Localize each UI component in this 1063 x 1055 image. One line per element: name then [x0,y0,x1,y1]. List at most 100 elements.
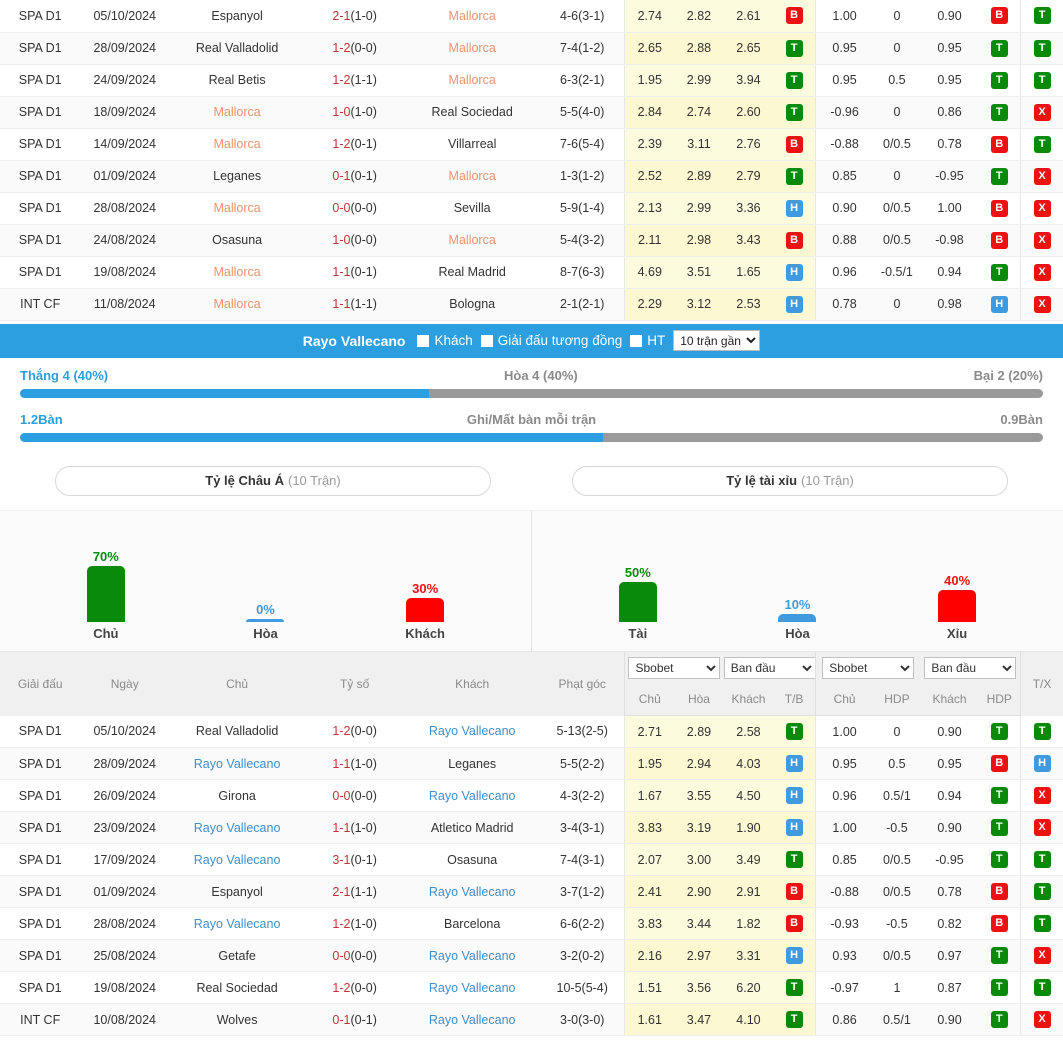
odds1-bookmaker-select[interactable]: SbobetBet365Crown [628,656,721,679]
cell-home-team[interactable]: Rayo Vallecano [169,747,306,780]
cell-away-team[interactable]: Mallorca [404,160,541,193]
cell-odds2-result: T [978,160,1021,193]
cell-away-team[interactable]: Rayo Vallecano [404,715,541,748]
cell-home-team[interactable]: Mallorca [169,192,306,225]
odds1-phase-cell: Ban đầuTức thời [723,651,816,684]
cell-home-team[interactable]: Leganes [169,160,306,193]
match-count-select[interactable]: 10 trận gần20 trận gần6 trận gần [673,330,761,351]
cell-odds1-away: 2.79 [723,160,774,193]
checkbox-icon[interactable] [630,334,643,347]
cell-odds1-draw: 2.90 [674,875,724,908]
cell-odds2-away: -0.95 [920,160,979,193]
table-row[interactable]: SPA D1 01/09/2024 Espanyol 2-1(1-1) Rayo Val… [0,875,1063,908]
cell-home-team[interactable]: Rayo Vallecano [169,843,306,876]
cell-home-team[interactable]: Mallorca [169,96,306,129]
cell-corner: 7-4(1-2) [540,32,625,65]
result-badge-t: T [785,723,803,740]
cell-away-team[interactable]: Mallorca [404,32,541,65]
table-row[interactable]: SPA D1 24/08/2024 Osasuna 1-0(0-0) Mallorca 5… [0,224,1063,257]
cell-odds2-hdp: 0 [873,160,921,193]
cell-away-team[interactable]: Mallorca [404,0,541,33]
cell-away-team[interactable]: Rayo Vallecano [404,1003,541,1036]
cell-away-team[interactable]: Leganes [404,747,541,780]
checkbox-icon[interactable] [480,334,493,347]
cell-tx-result: T [1020,128,1063,161]
cell-away-team[interactable]: Rayo Vallecano [404,971,541,1004]
cell-home-team[interactable]: Mallorca [169,288,306,321]
table-row[interactable]: SPA D1 28/09/2024 Rayo Vallecano 1-1(1-0) Le… [0,747,1063,780]
cell-home-team[interactable]: Espanyol [169,0,306,33]
cell-home-team[interactable]: Mallorca [169,256,306,289]
cell-away-team[interactable]: Rayo Vallecano [404,875,541,908]
cell-league: SPA D1 [0,0,81,33]
filter-ht-checkbox[interactable]: HT [630,333,665,348]
cell-away-team[interactable]: Bologna [404,288,541,321]
cell-odds2-away: 0.95 [920,747,979,780]
table-row[interactable]: SPA D1 19/08/2024 Real Sociedad 1-2(0-0) Ray… [0,971,1063,1004]
cell-odds1-result: B [773,224,816,257]
table-row[interactable]: SPA D1 17/09/2024 Rayo Vallecano 3-1(0-1) Os… [0,843,1063,876]
cell-odds1-draw: 2.99 [674,64,724,97]
cell-odds1-away: 2.58 [723,715,774,748]
cell-away-team[interactable]: Rayo Vallecano [404,779,541,812]
result-badge-t: T [990,167,1008,185]
cell-away-team[interactable]: Osasuna [404,843,541,876]
table-row[interactable]: SPA D1 19/08/2024 Mallorca 1-1(0-1) Real Mad… [0,256,1063,289]
cell-away-team[interactable]: Atletico Madrid [404,811,541,844]
table-row[interactable]: SPA D1 26/09/2024 Girona 0-0(0-0) Rayo Valle… [0,779,1063,812]
odds2-bookmaker-select[interactable]: SbobetBet365Crown [822,656,915,679]
cell-home-team[interactable]: Espanyol [169,875,306,908]
odds2-phase-select[interactable]: Ban đầuTức thời [924,656,1017,679]
team-stats: Thắng 4 (40%) Hòa 4 (40%) Bại 2 (20%) 1.… [0,358,1063,460]
table-row[interactable]: SPA D1 05/10/2024 Real Valladolid 1-2(0-0) R… [0,715,1063,748]
cell-home-team[interactable]: Real Betis [169,64,306,97]
tab-over-under[interactable]: Tỷ lệ tài xỉu (10 Trận) [572,465,1008,496]
table-row[interactable]: SPA D1 05/10/2024 Espanyol 2-1(1-0) Mallorca… [0,0,1063,33]
table-row[interactable]: SPA D1 18/09/2024 Mallorca 1-0(1-0) Real Soc… [0,96,1063,129]
table-row[interactable]: SPA D1 25/08/2024 Getafe 0-0(0-0) Rayo Valle… [0,939,1063,972]
cell-away-team[interactable]: Rayo Vallecano [404,939,541,972]
filter-away-checkbox[interactable]: Khách [417,333,473,348]
table-row[interactable]: SPA D1 28/09/2024 Real Valladolid 1-2(0-0) M… [0,32,1063,65]
cell-away-team[interactable]: Real Sociedad [404,96,541,129]
cell-home-team[interactable]: Real Valladolid [169,715,306,748]
cell-home-team[interactable]: Real Valladolid [169,32,306,65]
cell-odds1-result: T [773,64,816,97]
odds1-phase-select[interactable]: Ban đầuTức thời [723,656,816,679]
cell-away-team[interactable]: Real Madrid [404,256,541,289]
cell-date: 17/09/2024 [80,843,170,876]
table-row[interactable]: SPA D1 24/09/2024 Real Betis 1-2(1-1) Mallor… [0,64,1063,97]
table-row[interactable]: INT CF 10/08/2024 Wolves 0-1(0-1) Rayo Valle… [0,1003,1063,1036]
cell-away-team[interactable]: Villarreal [404,128,541,161]
cell-odds2-away: 0.82 [920,907,979,940]
tab-asian-handicap[interactable]: Tỷ lệ Châu Á (10 Trận) [55,465,491,496]
result-badge-t: T [990,851,1008,868]
table-row[interactable]: SPA D1 14/09/2024 Mallorca 1-2(0-1) Villarre… [0,128,1063,161]
cell-away-team[interactable]: Mallorca [404,64,541,97]
cell-home-team[interactable]: Real Sociedad [169,971,306,1004]
cell-home-team[interactable]: Girona [169,779,306,812]
cell-home-team[interactable]: Rayo Vallecano [169,907,306,940]
cell-away-team[interactable]: Mallorca [404,224,541,257]
cell-odds2-hdp: 1 [873,971,921,1004]
cell-away-team[interactable]: Sevilla [404,192,541,225]
table-row[interactable]: INT CF 11/08/2024 Mallorca 1-1(1-1) Bologna 2… [0,288,1063,321]
filter-same-league-checkbox[interactable]: Giải đấu tương đồng [480,333,622,348]
chart-bar [938,589,977,622]
table-row[interactable]: SPA D1 28/08/2024 Rayo Vallecano 1-2(1-0) Ba… [0,907,1063,940]
cell-home-team[interactable]: Mallorca [169,128,306,161]
cell-home-team[interactable]: Rayo Vallecano [169,811,306,844]
chart-bar-label: Chủ [93,625,119,641]
result-badge-b: B [990,7,1008,25]
table-row[interactable]: SPA D1 23/09/2024 Rayo Vallecano 1-1(1-0) At… [0,811,1063,844]
table-row[interactable]: SPA D1 28/08/2024 Mallorca 0-0(0-0) Sevilla 5… [0,192,1063,225]
cell-league: SPA D1 [0,939,81,972]
cell-home-team[interactable]: Osasuna [169,224,306,257]
cell-home-team[interactable]: Wolves [169,1003,306,1036]
cell-odds2-home: 0.96 [815,256,874,289]
cell-home-team[interactable]: Getafe [169,939,306,972]
cell-away-team[interactable]: Barcelona [404,907,541,940]
checkbox-icon[interactable] [417,334,430,347]
cell-odds2-home: -0.88 [815,128,874,161]
table-row[interactable]: SPA D1 01/09/2024 Leganes 0-1(0-1) Mallorca 1… [0,160,1063,193]
